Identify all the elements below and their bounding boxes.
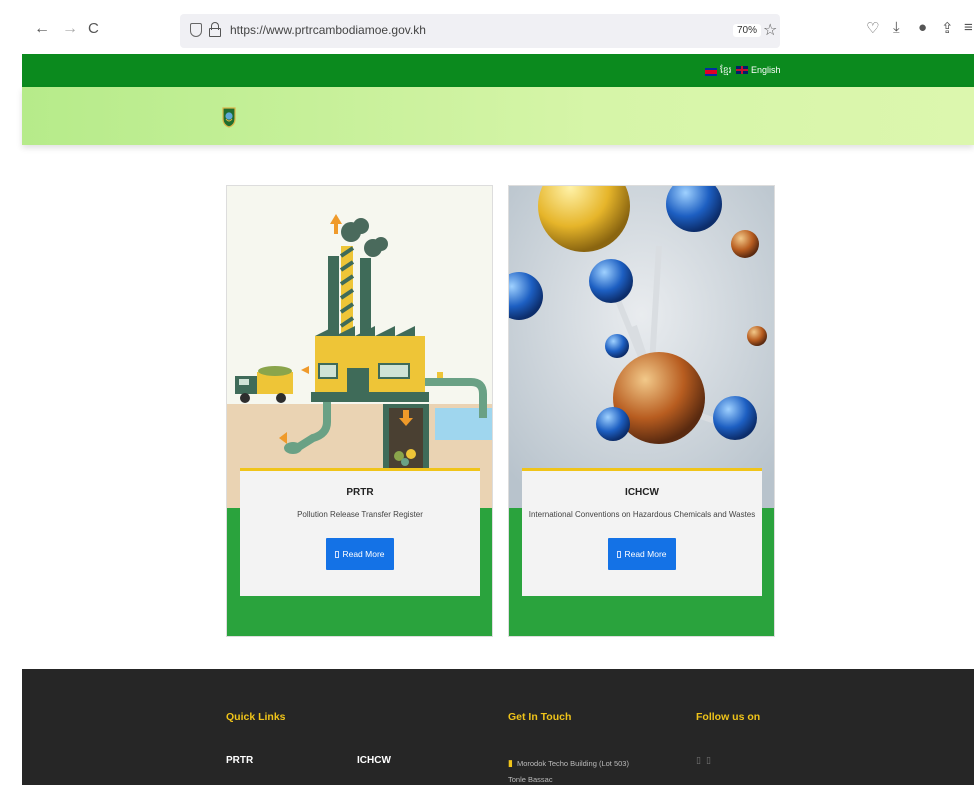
- forward-icon[interactable]: →: [62, 20, 78, 38]
- lang-khmer-label: ខ្មែរ: [720, 65, 732, 75]
- site-footer: Quick Links PRTR ICHCW Get In Touch ▮ Mor…: [22, 669, 974, 785]
- address-text: Morodok Techo Building (Lot 503) Tonle B…: [508, 759, 629, 784]
- contact-address: ▮ Morodok Techo Building (Lot 503) Tonle …: [508, 755, 648, 788]
- address-bar[interactable]: https://www.prtrcambodiamoe.gov.kh 70% ☆: [180, 14, 780, 48]
- prtr-card-panel: PRTR Pollution Release Transfer Register…: [240, 468, 480, 596]
- follow-heading: Follow us on: [696, 711, 761, 723]
- ichcw-read-more-button[interactable]: Read More: [608, 538, 676, 570]
- quick-links-heading: Quick Links: [226, 711, 286, 723]
- facebook-icon[interactable]: ▯: [696, 755, 701, 766]
- youtube-icon[interactable]: ▯: [706, 755, 711, 766]
- site-header: [22, 87, 974, 145]
- ichcw-card: ICHCW International Conventions on Hazar…: [508, 185, 775, 637]
- ministry-logo-icon[interactable]: [221, 106, 237, 128]
- shield-icon[interactable]: [190, 23, 202, 37]
- url-text[interactable]: https://www.prtrcambodiamoe.gov.kh: [230, 23, 426, 37]
- share-icon[interactable]: ⇪: [941, 19, 954, 37]
- reload-icon[interactable]: C: [88, 20, 99, 37]
- lang-english-label: English: [751, 65, 781, 75]
- browser-toolbar: ← → C https://www.prtrcambodiamoe.gov.kh…: [0, 0, 974, 54]
- lang-khmer-link[interactable]: ខ្មែរ: [705, 65, 731, 78]
- pocket-icon[interactable]: ♡: [866, 19, 879, 37]
- menu-icon[interactable]: ≡: [964, 19, 973, 36]
- lang-english-link[interactable]: English: [736, 65, 781, 75]
- download-icon[interactable]: ⤓: [893, 19, 900, 36]
- uk-flag-icon: [736, 66, 748, 74]
- zoom-level-badge[interactable]: 70%: [733, 24, 762, 37]
- ichcw-card-subtitle: International Conventions on Hazardous C…: [528, 510, 756, 519]
- ichcw-read-more-label: Read More: [624, 549, 667, 559]
- lock-icon[interactable]: [209, 22, 221, 38]
- star-icon[interactable]: ☆: [763, 20, 777, 40]
- prtr-read-more-button[interactable]: Read More: [326, 538, 394, 570]
- contact-heading: Get In Touch: [508, 711, 572, 723]
- ichcw-card-title: ICHCW: [625, 487, 659, 498]
- arrow-icon: [617, 551, 622, 558]
- ichcw-card-panel: ICHCW International Conventions on Hazar…: [522, 468, 762, 596]
- arrow-icon: [335, 551, 340, 558]
- cambodia-flag-icon: [705, 67, 717, 76]
- molecule-photo: [509, 186, 774, 508]
- extension-icon[interactable]: ●: [918, 19, 927, 36]
- factory-illustration: [227, 186, 492, 508]
- footer-link-ichcw[interactable]: ICHCW: [357, 755, 391, 766]
- prtr-card-title: PRTR: [346, 487, 374, 498]
- site-topbar: ខ្មែរ English: [22, 54, 974, 87]
- back-icon[interactable]: ←: [34, 20, 50, 38]
- footer-link-prtr[interactable]: PRTR: [226, 755, 253, 766]
- prtr-card: PRTR Pollution Release Transfer Register…: [226, 185, 493, 637]
- prtr-read-more-label: Read More: [342, 549, 385, 559]
- prtr-card-subtitle: Pollution Release Transfer Register: [297, 510, 423, 519]
- building-icon: ▮: [508, 758, 513, 768]
